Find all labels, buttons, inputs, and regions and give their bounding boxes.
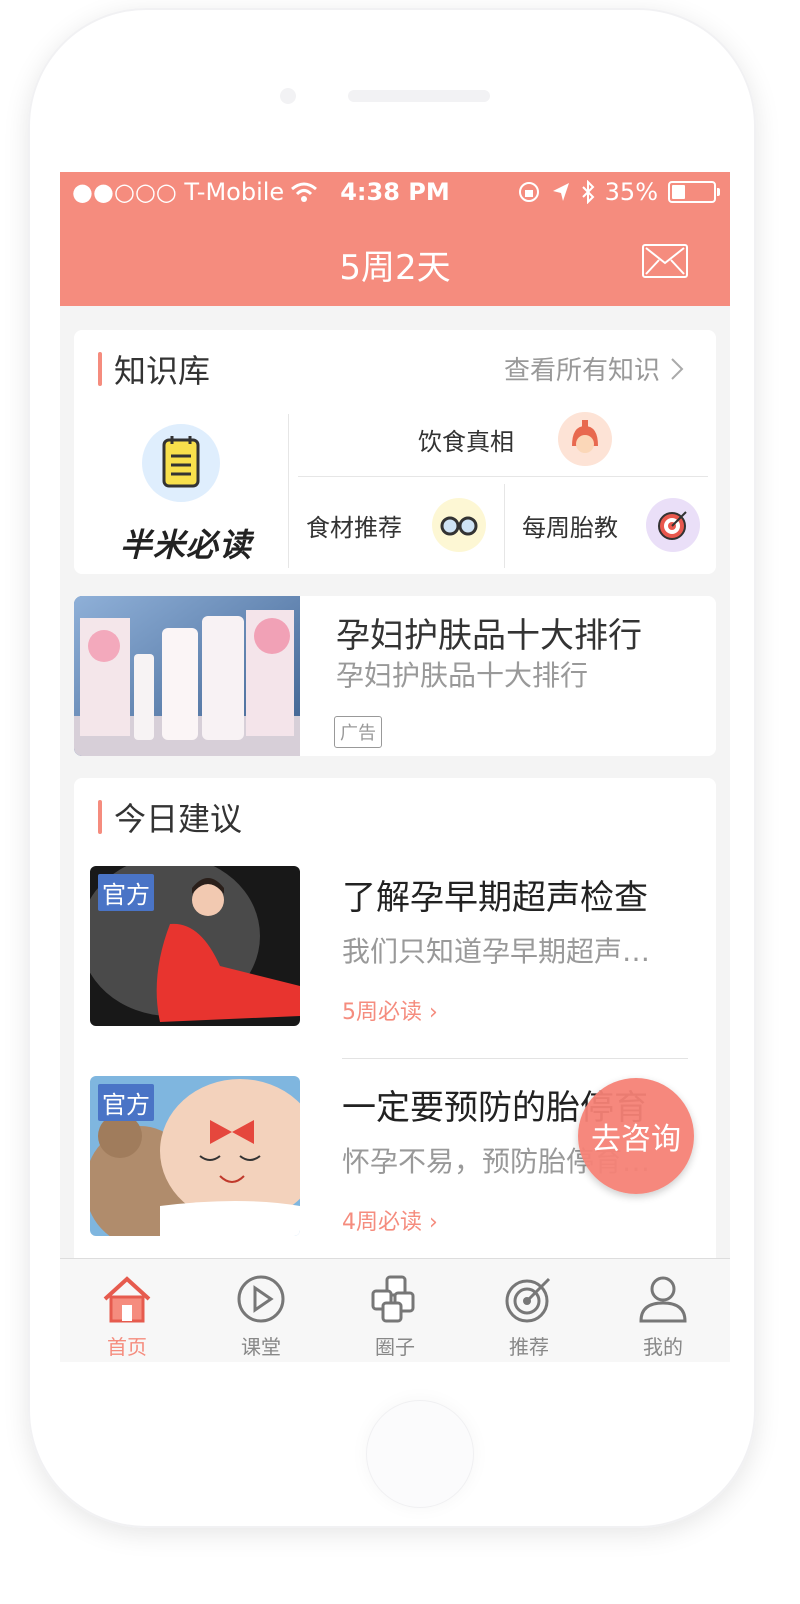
tab-label: 首页 xyxy=(107,1335,147,1359)
divider xyxy=(504,484,505,568)
tips-title: 今日建议 xyxy=(114,800,243,838)
front-camera xyxy=(280,88,296,104)
ad-subtitle: 孕妇护肤品十大排行 xyxy=(336,659,589,692)
chevron-right-icon xyxy=(671,357,684,380)
tab-home[interactable]: 首页 xyxy=(60,1273,194,1360)
article-title: 了解孕早期超声检查 xyxy=(342,878,648,918)
home-icon xyxy=(103,1276,151,1323)
home-button[interactable] xyxy=(366,1400,474,1508)
knowledge-heading: 知识库 xyxy=(98,346,210,392)
article-week-tag[interactable]: 4周必读 › xyxy=(342,1204,438,1236)
target-icon xyxy=(646,498,700,552)
article-thumbnail: 官方 xyxy=(90,866,300,1026)
ad-title: 孕妇护肤品十大排行 xyxy=(336,616,642,656)
page-title: 5周2天 xyxy=(339,248,451,288)
view-all-knowledge-link[interactable]: 查看所有知识 xyxy=(504,350,684,387)
article-summary: 我们只知道孕早期超声… xyxy=(342,935,651,968)
tab-classroom[interactable]: 课堂 xyxy=(194,1273,328,1360)
brand-logo: 半米必读 xyxy=(120,526,253,564)
knowledge-item-label: 每周胎教 xyxy=(522,513,618,542)
article-week-tag[interactable]: 5周必读 › xyxy=(342,994,438,1026)
app-screen: ●●○○○ T-Mobile 4:38 PM 35% 5周2天 知识库 查看所有… xyxy=(60,172,730,1362)
knowledge-item-prenatal[interactable]: 每周胎教 xyxy=(522,498,700,552)
tab-label: 推荐 xyxy=(509,1335,549,1359)
article-thumbnail: 官方 xyxy=(90,1076,300,1236)
divider xyxy=(342,1058,688,1059)
knowledge-title: 知识库 xyxy=(114,352,211,390)
official-badge: 官方 xyxy=(98,874,154,911)
consult-button[interactable]: 去咨询 xyxy=(578,1078,694,1194)
girl-face-icon xyxy=(558,412,612,466)
battery-percent: 35% xyxy=(604,178,658,206)
notepad-icon xyxy=(142,424,220,502)
location-icon xyxy=(552,183,569,201)
ad-product-image xyxy=(74,596,300,756)
tips-heading: 今日建议 xyxy=(98,794,242,840)
bluetooth-icon xyxy=(581,180,595,204)
tab-circles[interactable]: 圈子 xyxy=(328,1273,462,1360)
knowledge-card: 知识库 查看所有知识 半米必读 饮食真相 食材推荐 每周胎教 xyxy=(74,330,716,574)
ad-card[interactable]: 孕妇护肤品十大排行 孕妇护肤品十大排行 广告 xyxy=(74,596,716,756)
view-all-label: 查看所有知识 xyxy=(503,356,660,386)
ad-badge: 广告 xyxy=(334,716,382,748)
battery-fill xyxy=(672,185,685,199)
play-icon xyxy=(237,1275,285,1323)
tab-label: 课堂 xyxy=(241,1335,281,1359)
knowledge-item-label: 食材推荐 xyxy=(306,513,402,542)
bottom-tab-bar: 首页 课堂 圈子 推荐 我的 xyxy=(60,1258,730,1362)
knowledge-item-ingredients[interactable]: 食材推荐 xyxy=(306,498,486,552)
rotation-lock-icon xyxy=(518,182,539,202)
status-right: 35% xyxy=(517,178,720,206)
target-icon xyxy=(505,1277,551,1323)
knowledge-item-diet[interactable]: 饮食真相 xyxy=(418,412,612,466)
battery-icon xyxy=(668,181,720,203)
tab-recommend[interactable]: 推荐 xyxy=(462,1273,596,1360)
tab-label: 我的 xyxy=(643,1335,683,1359)
earpiece-speaker xyxy=(348,90,490,102)
banmi-must-read[interactable]: 半米必读 xyxy=(74,414,288,568)
knowledge-item-label: 饮食真相 xyxy=(418,427,514,456)
section-bar xyxy=(98,800,102,834)
mail-icon[interactable] xyxy=(642,244,688,278)
glasses-icon xyxy=(432,498,486,552)
user-icon xyxy=(639,1276,687,1323)
circles-icon xyxy=(371,1275,415,1323)
official-badge: 官方 xyxy=(98,1084,154,1121)
divider xyxy=(288,414,289,568)
divider xyxy=(298,476,708,477)
tab-label: 圈子 xyxy=(375,1335,415,1359)
list-item[interactable]: 官方 了解孕早期超声检查 我们只知道孕早期超声… 5周必读 › xyxy=(90,866,710,1036)
app-header: ●●○○○ T-Mobile 4:38 PM 35% 5周2天 xyxy=(60,172,730,306)
tab-me[interactable]: 我的 xyxy=(596,1273,730,1360)
section-bar xyxy=(98,352,102,386)
status-bar: ●●○○○ T-Mobile 4:38 PM 35% xyxy=(60,172,730,214)
